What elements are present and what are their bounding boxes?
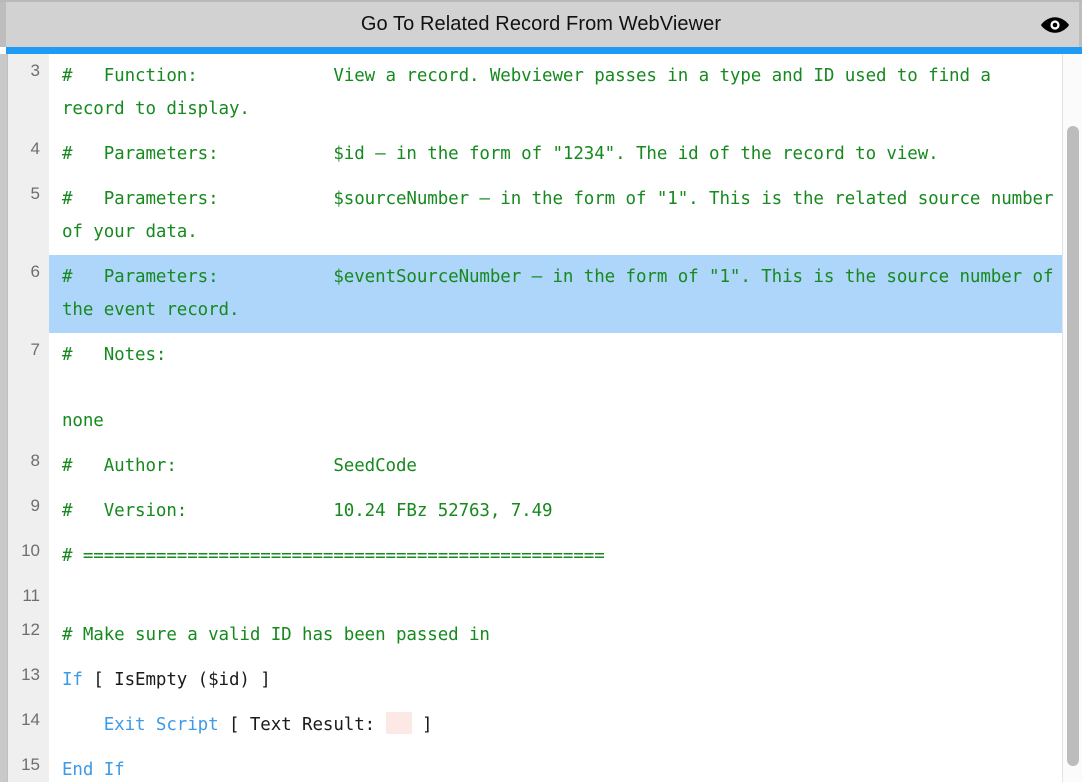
line-number: 15 xyxy=(8,748,49,782)
step-keyword: If xyxy=(62,670,83,690)
notes-label: # Notes: xyxy=(62,345,167,365)
script-line[interactable]: 9 # Version: 10.24 FBz 52763, 7.49 xyxy=(8,489,1062,534)
step-keyword: End If xyxy=(62,760,125,780)
vertical-scrollbar-track[interactable] xyxy=(1062,54,1082,782)
step-arguments: [ IsEmpty ($id) ] xyxy=(82,670,271,690)
step-arguments-suffix: ] xyxy=(411,715,433,735)
line-content[interactable]: If [ IsEmpty ($id) ] xyxy=(49,658,1062,703)
script-line[interactable]: 10 # ===================================… xyxy=(8,534,1062,579)
window-titlebar[interactable]: Go To Related Record From WebViewer xyxy=(0,0,1082,47)
script-workspace-window: Go To Related Record From WebViewer 3 # … xyxy=(0,0,1082,782)
notes-value: none xyxy=(62,411,104,431)
line-number: 8 xyxy=(8,444,49,489)
script-line[interactable]: 11 xyxy=(8,579,1062,613)
line-number: 7 xyxy=(8,333,49,444)
script-line[interactable]: 14 Exit Script [ Text Result: ] xyxy=(8,703,1062,748)
line-content[interactable]: End If xyxy=(49,748,1062,782)
line-number: 14 xyxy=(8,703,49,748)
line-number: 4 xyxy=(8,132,49,177)
window-title: Go To Related Record From WebViewer xyxy=(360,13,722,35)
line-number: 13 xyxy=(8,658,49,703)
line-number: 3 xyxy=(8,54,49,132)
line-content[interactable]: # Author: SeedCode xyxy=(49,444,1062,489)
script-line-selected[interactable]: 6 # Parameters: $eventSourceNumber – in … xyxy=(8,255,1062,333)
line-number: 9 xyxy=(8,489,49,534)
script-editor: 3 # Function: View a record. Webviewer p… xyxy=(0,54,1082,782)
line-content[interactable]: # Function: View a record. Webviewer pas… xyxy=(49,54,1062,132)
line-content[interactable]: # ======================================… xyxy=(49,534,1062,579)
eye-icon[interactable] xyxy=(1038,13,1072,37)
script-line[interactable]: 13 If [ IsEmpty ($id) ] xyxy=(8,658,1062,703)
vertical-scrollbar-thumb[interactable] xyxy=(1067,126,1079,766)
line-number: 11 xyxy=(8,579,49,613)
script-line[interactable]: 4 # Parameters: $id – in the form of "12… xyxy=(8,132,1062,177)
line-content[interactable]: # Parameters: $eventSourceNumber – in th… xyxy=(49,255,1062,333)
active-script-accent-bar xyxy=(6,47,1082,54)
script-line[interactable]: 12 # Make sure a valid ID has been passe… xyxy=(8,613,1062,658)
line-content[interactable]: # Make sure a valid ID has been passed i… xyxy=(49,613,1062,658)
step-arguments-prefix: [ Text Result: xyxy=(218,715,386,735)
line-number: 6 xyxy=(8,255,49,333)
line-content[interactable] xyxy=(49,579,1062,591)
line-content[interactable]: Exit Script [ Text Result: ] xyxy=(49,703,1062,748)
script-line[interactable]: 5 # Parameters: $sourceNumber – in the f… xyxy=(8,177,1062,255)
titlebar-left-edge xyxy=(0,2,6,47)
step-keyword: Exit Script xyxy=(103,715,219,735)
script-line[interactable]: 8 # Author: SeedCode xyxy=(8,444,1062,489)
blank-wrapped-row xyxy=(62,372,1058,405)
script-line[interactable]: 3 # Function: View a record. Webviewer p… xyxy=(8,54,1062,132)
line-content[interactable]: # Parameters: $id – in the form of "1234… xyxy=(49,132,1062,177)
calculation-placeholder-box[interactable] xyxy=(385,712,412,734)
line-number: 12 xyxy=(8,613,49,658)
step-indent xyxy=(62,715,104,735)
line-number: 10 xyxy=(8,534,49,579)
line-content[interactable]: # Parameters: $sourceNumber – in the for… xyxy=(49,177,1062,255)
line-number: 5 xyxy=(8,177,49,255)
editor-left-chrome xyxy=(0,54,8,782)
line-content[interactable]: # Notes: none xyxy=(49,333,1062,444)
line-content[interactable]: # Version: 10.24 FBz 52763, 7.49 xyxy=(49,489,1062,534)
script-line[interactable]: 7 # Notes: none xyxy=(8,333,1062,444)
script-line[interactable]: 15 End If xyxy=(8,748,1062,782)
script-step-list: 3 # Function: View a record. Webviewer p… xyxy=(8,54,1062,782)
